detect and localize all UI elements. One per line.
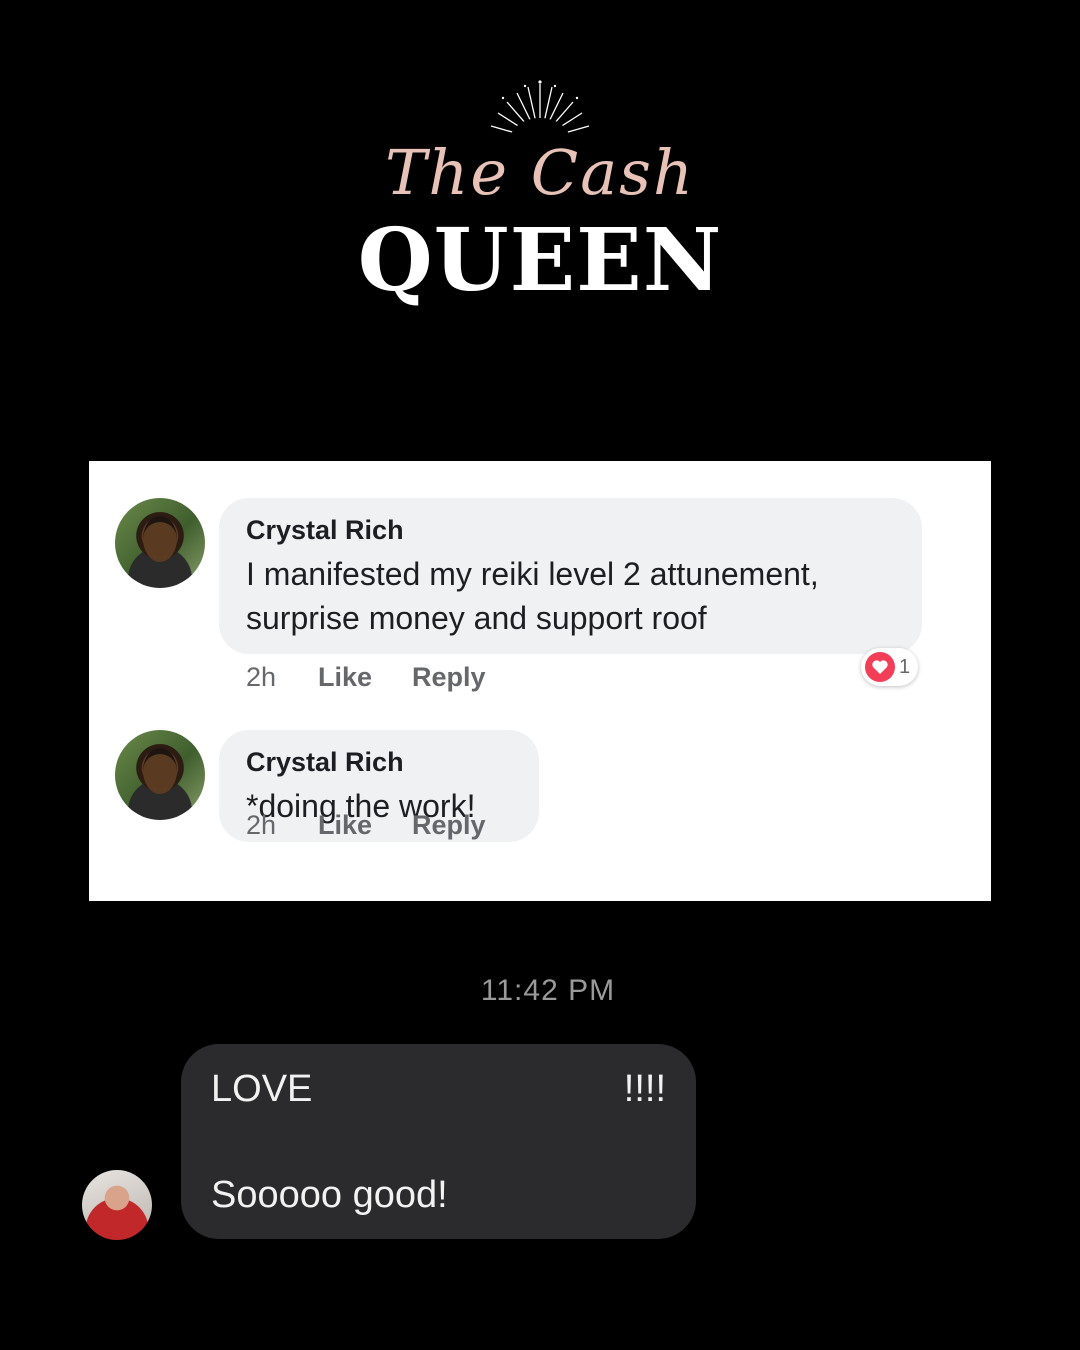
brand-wordmark: QUEEN xyxy=(357,210,723,311)
message-text: Sooooo good! xyxy=(211,1174,448,1216)
comment-author[interactable]: Crystal Rich xyxy=(246,512,896,548)
comment-time: 2h xyxy=(246,662,277,692)
comment-text: I manifested my reiki level 2 attunement… xyxy=(246,556,819,636)
comment-bubble: Crystal Rich I manifested my reiki level… xyxy=(219,498,922,654)
message-text: !!!! xyxy=(623,1068,666,1110)
like-button[interactable]: Like xyxy=(318,810,412,841)
reaction-badge[interactable]: 1 xyxy=(861,648,919,686)
comment-meta: 2h Like Reply xyxy=(246,662,486,693)
avatar[interactable] xyxy=(82,1170,152,1240)
like-button[interactable]: Like xyxy=(318,662,412,693)
comment-time: 2h xyxy=(246,810,277,840)
brand-logo: The Cash QUEEN xyxy=(340,70,740,320)
reply-button[interactable]: Reply xyxy=(412,662,486,693)
reaction-count: 1 xyxy=(899,655,911,678)
avatar[interactable] xyxy=(115,498,205,588)
comment-author[interactable]: Crystal Rich xyxy=(246,744,513,780)
message-text: LOVE xyxy=(211,1068,313,1110)
brand-script-text: The Cash xyxy=(385,136,695,209)
reply-button[interactable]: Reply xyxy=(412,810,486,841)
message-bubble[interactable]: LOVE !!!! Sooooo good! xyxy=(181,1044,696,1239)
comment-meta: 2h Like Reply xyxy=(246,810,486,841)
heart-icon xyxy=(865,652,895,682)
comment-screenshot-card: Crystal Rich I manifested my reiki level… xyxy=(89,461,991,901)
avatar[interactable] xyxy=(115,730,205,820)
message-timestamp: 11:42 PM xyxy=(480,974,616,1007)
